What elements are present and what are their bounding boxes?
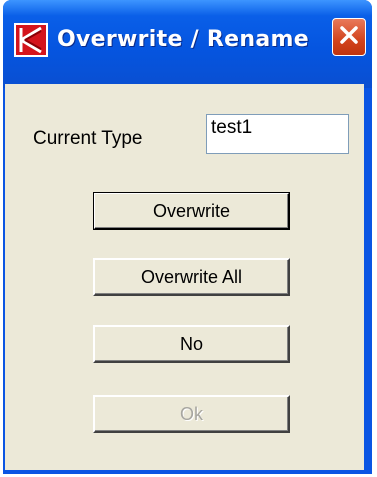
red-k-logo-icon: [13, 22, 49, 58]
current-type-label: Current Type: [33, 128, 143, 149]
close-icon: [338, 24, 360, 50]
close-button[interactable]: [332, 18, 366, 56]
overwrite-all-button[interactable]: Overwrite All: [93, 258, 290, 296]
title-bar[interactable]: Overwrite / Rename: [3, 0, 372, 88]
current-type-input[interactable]: test1: [206, 114, 349, 154]
no-button[interactable]: No: [93, 325, 290, 363]
ok-button[interactable]: Ok: [93, 395, 290, 433]
window-title: Overwrite / Rename: [57, 27, 309, 52]
overwrite-button[interactable]: Overwrite: [93, 192, 290, 230]
